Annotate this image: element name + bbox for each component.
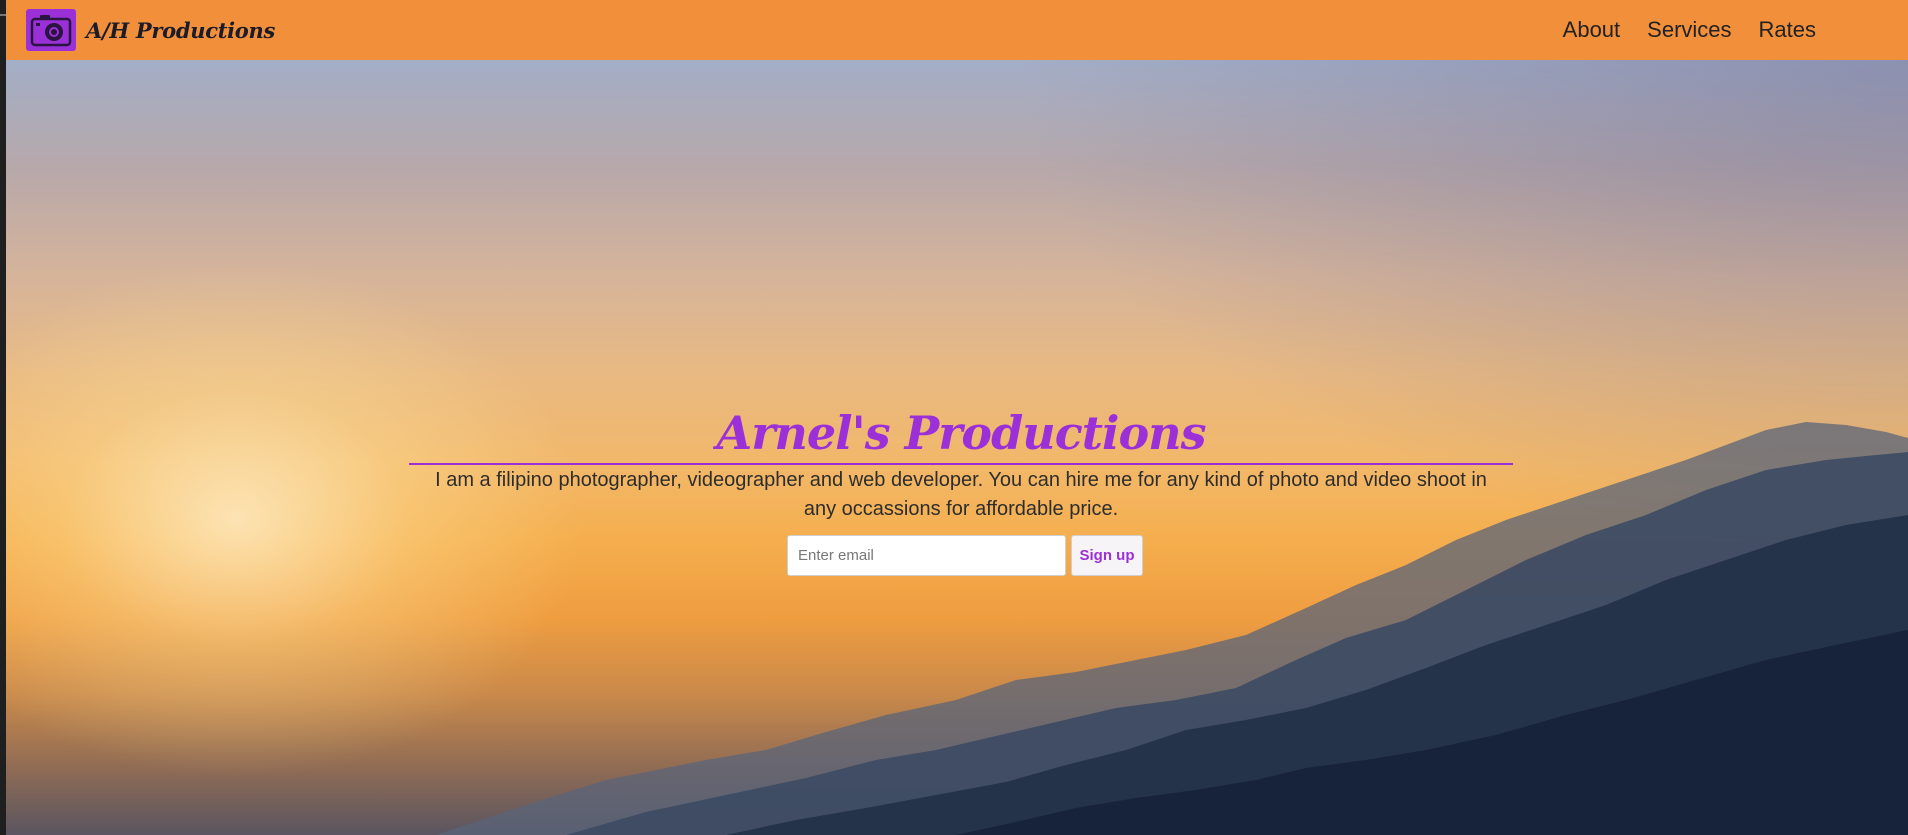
- hero-title: Arnel's Productions: [716, 406, 1207, 460]
- hero-description: I am a filipino photographer, videograph…: [435, 469, 1487, 520]
- signup-form: Sign up: [787, 535, 1143, 576]
- nav-link-about[interactable]: About: [1563, 17, 1621, 43]
- email-input[interactable]: [787, 535, 1066, 576]
- page: A/H Productions About Services Rates Arn…: [6, 0, 1908, 835]
- title-divider: [409, 463, 1513, 465]
- signup-button[interactable]: Sign up: [1071, 535, 1143, 576]
- brand[interactable]: A/H Productions: [26, 9, 275, 51]
- camera-icon: [26, 9, 76, 51]
- nav-link-rates[interactable]: Rates: [1759, 17, 1816, 43]
- nav-menu: About Services Rates: [1536, 0, 1816, 60]
- brand-name: A/H Productions: [86, 17, 275, 43]
- hero-section: Arnel's Productions I am a filipino phot…: [6, 60, 1908, 835]
- nav-link-services[interactable]: Services: [1647, 17, 1731, 43]
- navbar: A/H Productions About Services Rates: [6, 0, 1908, 60]
- hero-content: Arnel's Productions I am a filipino phot…: [406, 405, 1516, 524]
